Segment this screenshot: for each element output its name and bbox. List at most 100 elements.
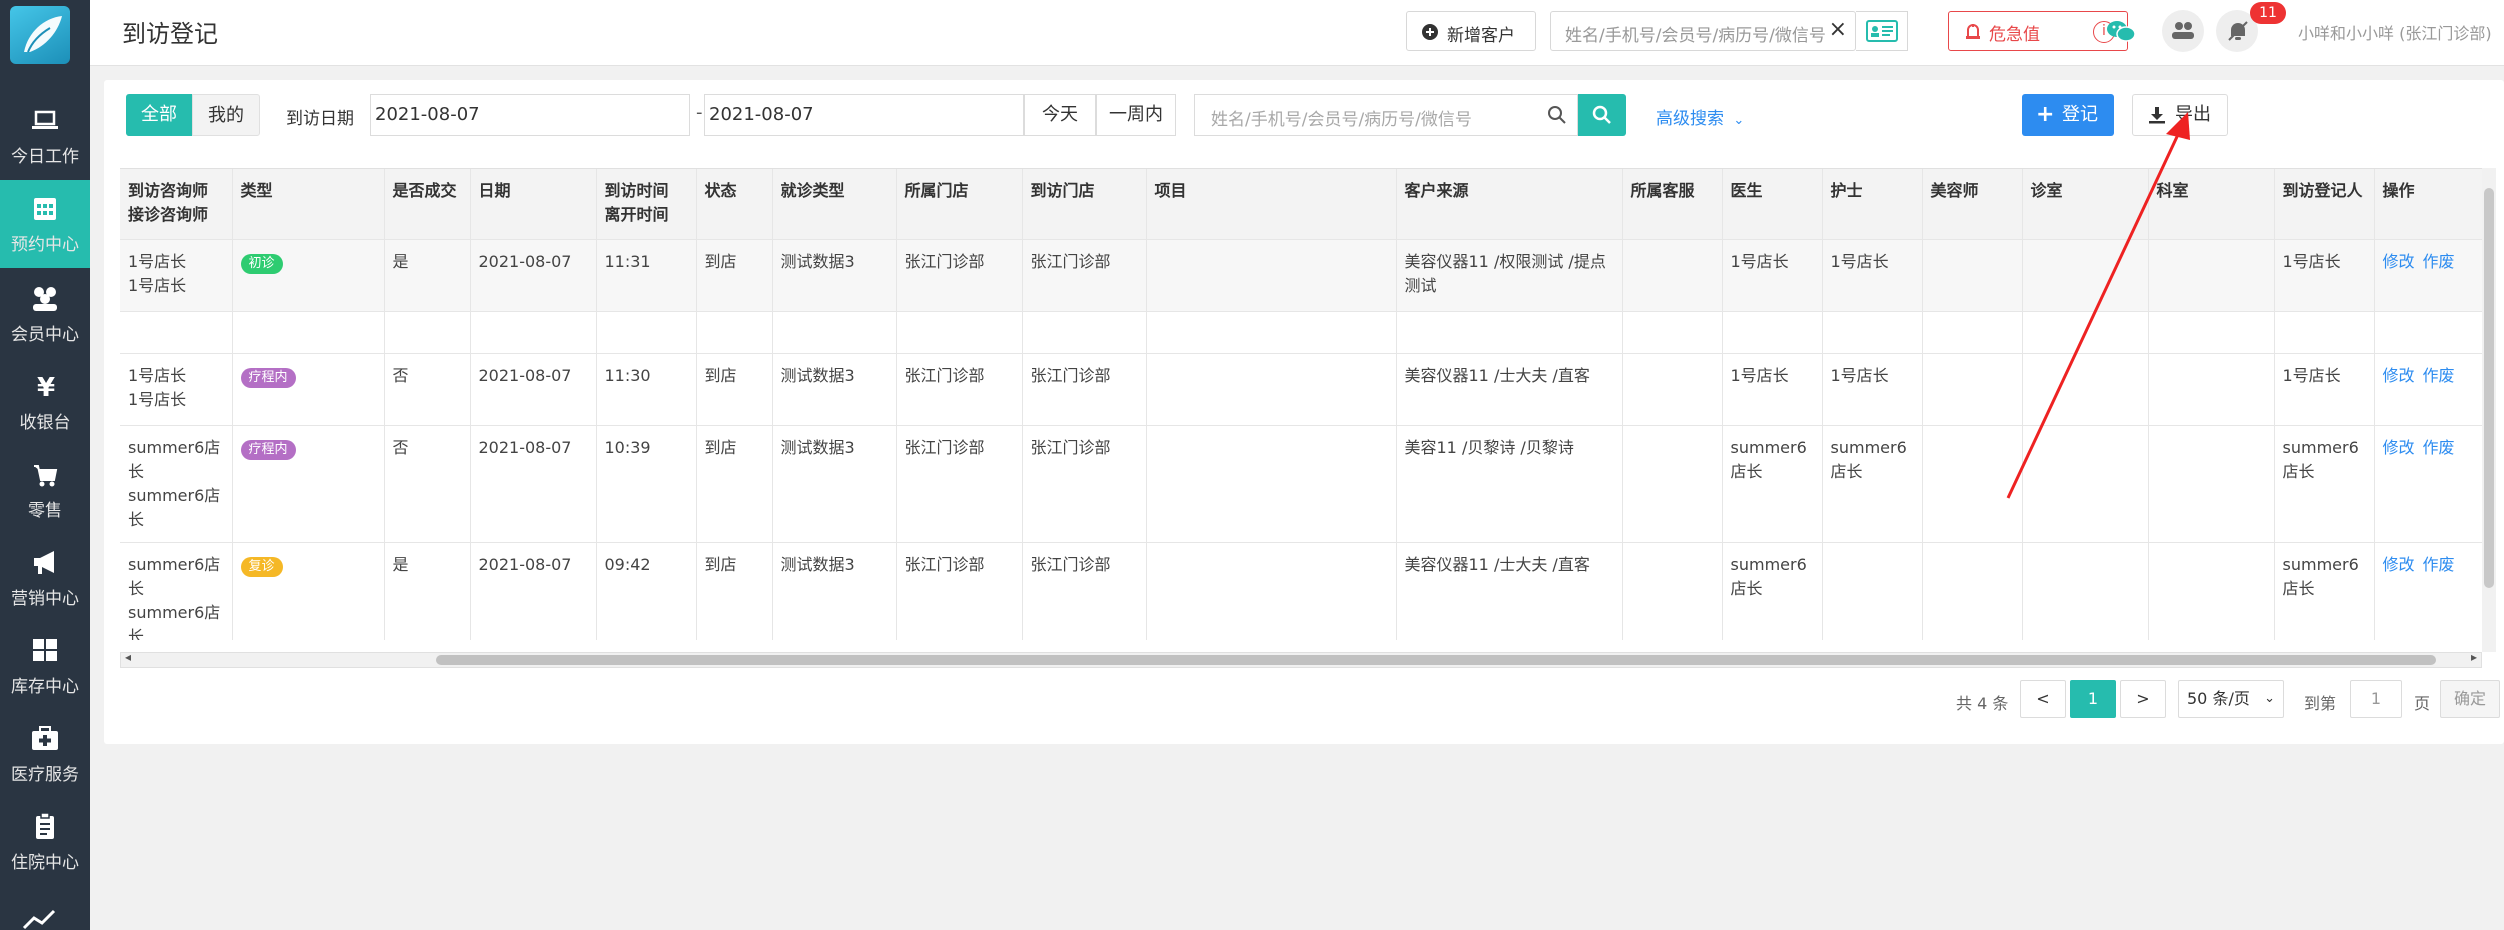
sidebar-item-marketing[interactable]: 营销中心 xyxy=(0,534,90,622)
date-from-input[interactable]: 2021-08-07 xyxy=(370,94,690,136)
sidebar-item-member[interactable]: 会员中心 xyxy=(0,270,90,358)
notification-badge: 11 xyxy=(2250,2,2286,24)
service-cell xyxy=(1622,425,1723,543)
search-button[interactable] xyxy=(1578,94,1626,136)
horizontal-scrollbar[interactable]: ◂ ▸ xyxy=(120,650,2482,668)
today-button[interactable]: 今天 xyxy=(1024,94,1096,136)
user-menu[interactable]: 小咩和小小咩 (张江门诊部) xyxy=(2298,20,2492,44)
scroll-thumb[interactable] xyxy=(436,655,2436,665)
calendar-icon xyxy=(34,198,56,220)
sidebar-item-inventory[interactable]: 库存中心 xyxy=(0,622,90,710)
record-search-input[interactable]: 姓名/手机号/会员号/病历号/微信号 xyxy=(1194,94,1578,136)
wechat-icon[interactable] xyxy=(2106,18,2136,44)
critical-value-label: 危急值 xyxy=(1989,25,2040,45)
visit-register-panel: 全部 我的 到访日期 2021-08-07 - 2021-08-07 今天 一周… xyxy=(104,80,2504,744)
col-visit-type: 就诊类型 xyxy=(772,169,897,240)
table-row[interactable]: summer6店长 summer6店长 复诊 是 2021-08-07 09:42… xyxy=(120,542,2482,640)
type-tag: 复诊 xyxy=(240,556,283,577)
advanced-search-label: 高级搜索 xyxy=(1656,109,1724,129)
dept-cell xyxy=(2148,353,2275,426)
critical-value-button[interactable]: 危急值 i xyxy=(1948,11,2128,51)
scroll-left-icon[interactable]: ◂ xyxy=(125,650,131,664)
visit-table: 到访咨询师 接诊咨询师 类型 是否成交 日期 到访时间 离开时间 状态 就诊类型… xyxy=(120,168,2482,640)
scroll-right-icon[interactable]: ▸ xyxy=(2471,650,2477,664)
export-button[interactable]: 导出 xyxy=(2132,94,2228,136)
visit-store-cell: 张江门诊部 xyxy=(1022,542,1147,640)
registrar-cell: summer6店长 xyxy=(2274,425,2375,543)
beautician-cell xyxy=(1922,353,2023,426)
sidebar-item-medical[interactable]: 医疗服务 xyxy=(0,710,90,798)
date-separator: - xyxy=(696,102,703,123)
sidebar-item-cashier[interactable]: ¥ 收银台 xyxy=(0,358,90,446)
status-cell: 到店 xyxy=(696,425,773,543)
table-row[interactable]: summer6店长 summer6店长 疗程内 否 2021-08-07 10:3… xyxy=(120,425,2482,543)
filter-mine-button[interactable]: 我的 xyxy=(192,94,260,136)
col-time: 到访时间 离开时间 xyxy=(596,169,697,240)
chart-icon[interactable] xyxy=(22,908,58,930)
app-logo[interactable] xyxy=(10,6,70,64)
id-card-button[interactable] xyxy=(1856,11,1908,51)
type-tag: 初诊 xyxy=(240,253,283,274)
cart-icon xyxy=(34,465,58,487)
table-row[interactable]: 1号店长 1号店长 初诊 是 2021-08-07 11:31 到店 测试数据3 … xyxy=(120,239,2482,312)
sidebar: 今日工作 预约中心 会员中心 ¥ 收银台 零售 营销中心 库存中心 医疗服务 住… xyxy=(0,0,90,930)
group-icon xyxy=(2172,22,2194,39)
sidebar-item-inpatient[interactable]: 住院中心 xyxy=(0,798,90,886)
dept-cell xyxy=(2148,425,2275,543)
project-cell xyxy=(1146,353,1397,426)
customer-search-input[interactable]: 姓名/手机号/会员号/病历号/微信号 × xyxy=(1550,11,1856,51)
vertical-scrollbar[interactable] xyxy=(2482,168,2496,652)
deal-cell: 是 xyxy=(384,239,471,312)
sidebar-item-today-work[interactable]: 今日工作 xyxy=(0,92,90,180)
goto-page-input[interactable]: 1 xyxy=(2350,680,2402,718)
user-group-button[interactable] xyxy=(2162,10,2204,52)
page-size-select[interactable]: 50 条/页 ⌄ xyxy=(2178,680,2284,718)
col-date: 日期 xyxy=(470,169,597,240)
new-customer-button[interactable]: 新增客户 xyxy=(1406,11,1536,51)
type-tag: 疗程内 xyxy=(240,439,296,460)
ops-cell: 修改 作废 xyxy=(2374,353,2482,426)
status-cell: 到店 xyxy=(696,542,773,640)
date-to-input[interactable]: 2021-08-07 xyxy=(704,94,1024,136)
sidebar-item-retail[interactable]: 零售 xyxy=(0,446,90,534)
void-link[interactable]: 作废 xyxy=(2423,555,2455,574)
sidebar-item-label: 今日工作 xyxy=(11,147,79,167)
void-link[interactable]: 作废 xyxy=(2423,438,2455,457)
doctor-cell: 1号店长 xyxy=(1722,239,1823,312)
visit-type-cell: 测试数据3 xyxy=(772,425,897,543)
next-page-button[interactable]: > xyxy=(2120,680,2166,718)
edit-link[interactable]: 修改 xyxy=(2383,366,2415,385)
register-button[interactable]: + 登记 xyxy=(2022,94,2114,136)
ops-cell: 修改 作废 xyxy=(2374,239,2482,312)
col-beautician: 美容师 xyxy=(1922,169,2023,240)
sidebar-item-appointment[interactable]: 预约中心 xyxy=(0,180,90,268)
edit-link[interactable]: 修改 xyxy=(2383,252,2415,271)
prev-page-button[interactable]: < xyxy=(2020,680,2066,718)
advanced-search-link[interactable]: 高级搜索 ⌄ xyxy=(1656,104,1744,129)
plus-icon: + xyxy=(2036,102,2055,127)
scroll-thumb[interactable] xyxy=(2484,188,2494,588)
table-row[interactable]: 1号店长 1号店长 疗程内 否 2021-08-07 11:30 到店 测试数据3… xyxy=(120,353,2482,426)
doctor-cell: 1号店长 xyxy=(1722,353,1823,426)
clipboard-icon xyxy=(36,812,54,839)
filter-all-button[interactable]: 全部 xyxy=(126,94,192,136)
type-cell: 复诊 xyxy=(232,542,385,640)
table-spacer-row xyxy=(120,311,2482,354)
yen-icon: ¥ xyxy=(37,373,55,402)
void-link[interactable]: 作废 xyxy=(2423,366,2455,385)
edit-link[interactable]: 修改 xyxy=(2383,438,2415,457)
register-label: 登记 xyxy=(2062,104,2098,125)
confirm-button[interactable]: 确定 xyxy=(2440,680,2500,718)
medkit-icon xyxy=(32,726,58,750)
svg-text:¥: ¥ xyxy=(37,373,55,402)
ops-cell: 修改 作废 xyxy=(2374,542,2482,640)
edit-link[interactable]: 修改 xyxy=(2383,555,2415,574)
void-link[interactable]: 作废 xyxy=(2423,252,2455,271)
page-1-button[interactable]: 1 xyxy=(2070,680,2116,718)
consultant-cell: summer6店长 summer6店长 xyxy=(120,425,233,543)
type-cell: 初诊 xyxy=(232,239,385,312)
sidebar-item-label: 医疗服务 xyxy=(11,765,79,785)
room-cell xyxy=(2022,239,2149,312)
clear-icon[interactable]: × xyxy=(1829,17,1847,42)
within-week-button[interactable]: 一周内 xyxy=(1096,94,1176,136)
